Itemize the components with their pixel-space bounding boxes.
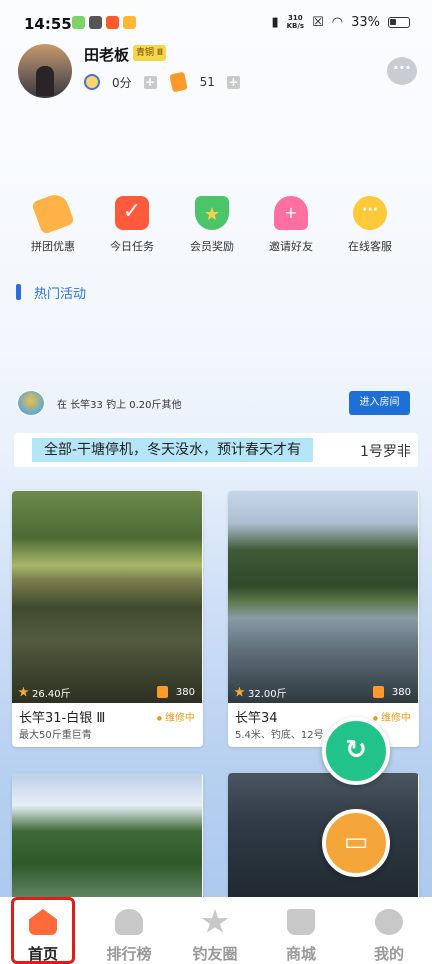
tickets-value: 51	[199, 75, 215, 89]
status-bar: 14:55 ▮ 310 KB/s ☒ ◠ 33%	[0, 0, 432, 44]
room-weight: 32.00斤	[234, 684, 287, 700]
ticket-icon	[168, 71, 188, 93]
username: 田老板	[84, 46, 130, 64]
quick-menu-label: 邀请好友	[269, 240, 313, 253]
quick-menu-label: 拼团优惠	[31, 240, 75, 253]
app-notification-icon	[106, 16, 119, 29]
quick-menu-group-deals[interactable]: 拼团优惠	[23, 191, 83, 254]
checkmark-task-icon: ✓	[115, 196, 149, 230]
quick-menu-label: 今日任务	[110, 240, 154, 253]
app-notification-icon	[89, 16, 102, 29]
coin-icon	[156, 686, 168, 698]
vibrate-icon: ▮	[271, 14, 279, 30]
activity-avatar	[17, 390, 45, 416]
refresh-button[interactable]: ↻	[322, 717, 390, 785]
room-status: 维修中	[157, 709, 195, 724]
tab-label: 钓友圈	[192, 945, 238, 963]
app-notification-icon	[123, 16, 136, 29]
room-name: 长竿34	[235, 711, 278, 726]
room-card[interactable]: 26.40斤 380 长竿31-白银 Ⅲ 维修中 最大50斤重巨青	[12, 491, 203, 747]
star-icon	[18, 686, 29, 697]
battery-icon	[388, 16, 410, 28]
tab-label: 排行榜	[106, 945, 152, 963]
room-image	[12, 773, 202, 903]
section-title: 热门活动	[34, 286, 87, 302]
tab-label: 我的	[373, 945, 404, 963]
quick-menu: 拼团优惠 ✓ 今日任务 ★ 会员奖励 + 邀请好友 ··· 在线客服	[20, 191, 420, 256]
room-weight: 26.40斤	[18, 684, 71, 700]
stopwatch-icon	[84, 74, 100, 90]
activity-feed-item: 在 长竿33 钓上 0.20斤其他 进入房间	[17, 390, 410, 416]
room-price: 380	[372, 684, 411, 700]
activity-text: 在 长竿33 钓上 0.20斤其他	[57, 400, 182, 411]
section-accent-bar	[16, 284, 21, 300]
sim-icon: ☒	[312, 14, 324, 30]
active-tab-highlight	[11, 897, 75, 964]
room-card[interactable]	[12, 773, 203, 903]
refresh-icon: ↻	[345, 735, 367, 765]
level-badge: 青铜 Ⅲ	[133, 45, 167, 61]
tab-home[interactable]: 首页	[0, 897, 86, 964]
sofa-icon: ▭	[343, 827, 369, 857]
star-icon	[234, 686, 245, 697]
price-value: 380	[175, 686, 195, 698]
status-time: 14:55	[24, 15, 72, 33]
invite-person-icon: +	[274, 196, 308, 230]
app-notification-icon	[72, 16, 85, 29]
battery-percent: 33%	[351, 14, 380, 30]
room-price: 380	[156, 684, 195, 700]
notice-ticker[interactable]: 全部-干塘停机，冬天没水，预计春天才有 1号罗非	[14, 433, 418, 467]
net-speed: 310 KB/s	[287, 14, 304, 30]
room-image	[228, 491, 418, 703]
chat-bubble-icon: ···	[353, 196, 387, 230]
points-value: 0分	[112, 75, 132, 90]
add-tickets-button[interactable]: +	[226, 75, 240, 89]
coin-icon	[372, 686, 384, 698]
net-speed-unit: KB/s	[286, 22, 305, 30]
sofa-button[interactable]: ▭	[322, 809, 390, 877]
profile-icon	[375, 909, 403, 935]
quick-menu-member-rewards[interactable]: ★ 会员奖励	[182, 196, 242, 254]
room-image	[12, 491, 202, 703]
medal-icon: ★	[195, 196, 229, 230]
tab-label: 商城	[285, 945, 316, 963]
tab-shop[interactable]: 商城	[258, 897, 344, 964]
tab-profile[interactable]: 我的	[346, 897, 432, 964]
ranking-icon	[115, 909, 143, 935]
enter-room-button[interactable]: 进入房间	[349, 391, 410, 415]
net-speed-value: 310	[288, 14, 303, 22]
notice-next-text: 1号罗非	[360, 444, 411, 460]
room-status: 维修中	[373, 709, 411, 724]
tab-friends-circle[interactable]: 钓友圈	[172, 897, 258, 964]
status-right: ▮ 310 KB/s ☒ ◠ 33%	[271, 14, 410, 30]
price-value: 380	[391, 686, 411, 698]
tab-ranking[interactable]: 排行榜	[86, 897, 172, 964]
basket-icon	[287, 909, 315, 935]
avatar[interactable]	[18, 44, 72, 98]
bottom-tab-bar: 首页 排行榜 钓友圈 商城 我的	[0, 897, 432, 964]
room-name: 长竿31-白银 Ⅲ	[19, 711, 106, 726]
notice-text: 全部-干塘停机，冬天没水，预计春天才有	[32, 438, 314, 462]
user-stats: 0分 + 51 +	[84, 71, 240, 93]
add-points-button[interactable]: +	[143, 75, 157, 89]
room-description: 5.4米、钓底、12号	[235, 730, 324, 741]
notification-icons	[72, 16, 136, 29]
quick-menu-invite-friends[interactable]: + 邀请好友	[261, 196, 321, 254]
message-icon[interactable]: ···	[387, 57, 417, 85]
quick-menu-label: 在线客服	[348, 240, 392, 253]
star-circle-icon	[201, 909, 229, 933]
weight-value: 32.00斤	[248, 688, 287, 700]
quick-menu-daily-tasks[interactable]: ✓ 今日任务	[102, 196, 162, 254]
room-description: 最大50斤重巨青	[19, 730, 92, 741]
hot-activities-header: 热门活动	[16, 283, 87, 302]
price-tag-icon	[31, 191, 75, 235]
wifi-icon: ◠	[331, 14, 344, 30]
quick-menu-label: 会员奖励	[190, 240, 234, 253]
weight-value: 26.40斤	[32, 688, 71, 700]
quick-menu-customer-service[interactable]: ··· 在线客服	[340, 196, 400, 254]
room-card[interactable]: 32.00斤 380 长竿34 维修中 5.4米、钓底、12号	[228, 491, 419, 747]
